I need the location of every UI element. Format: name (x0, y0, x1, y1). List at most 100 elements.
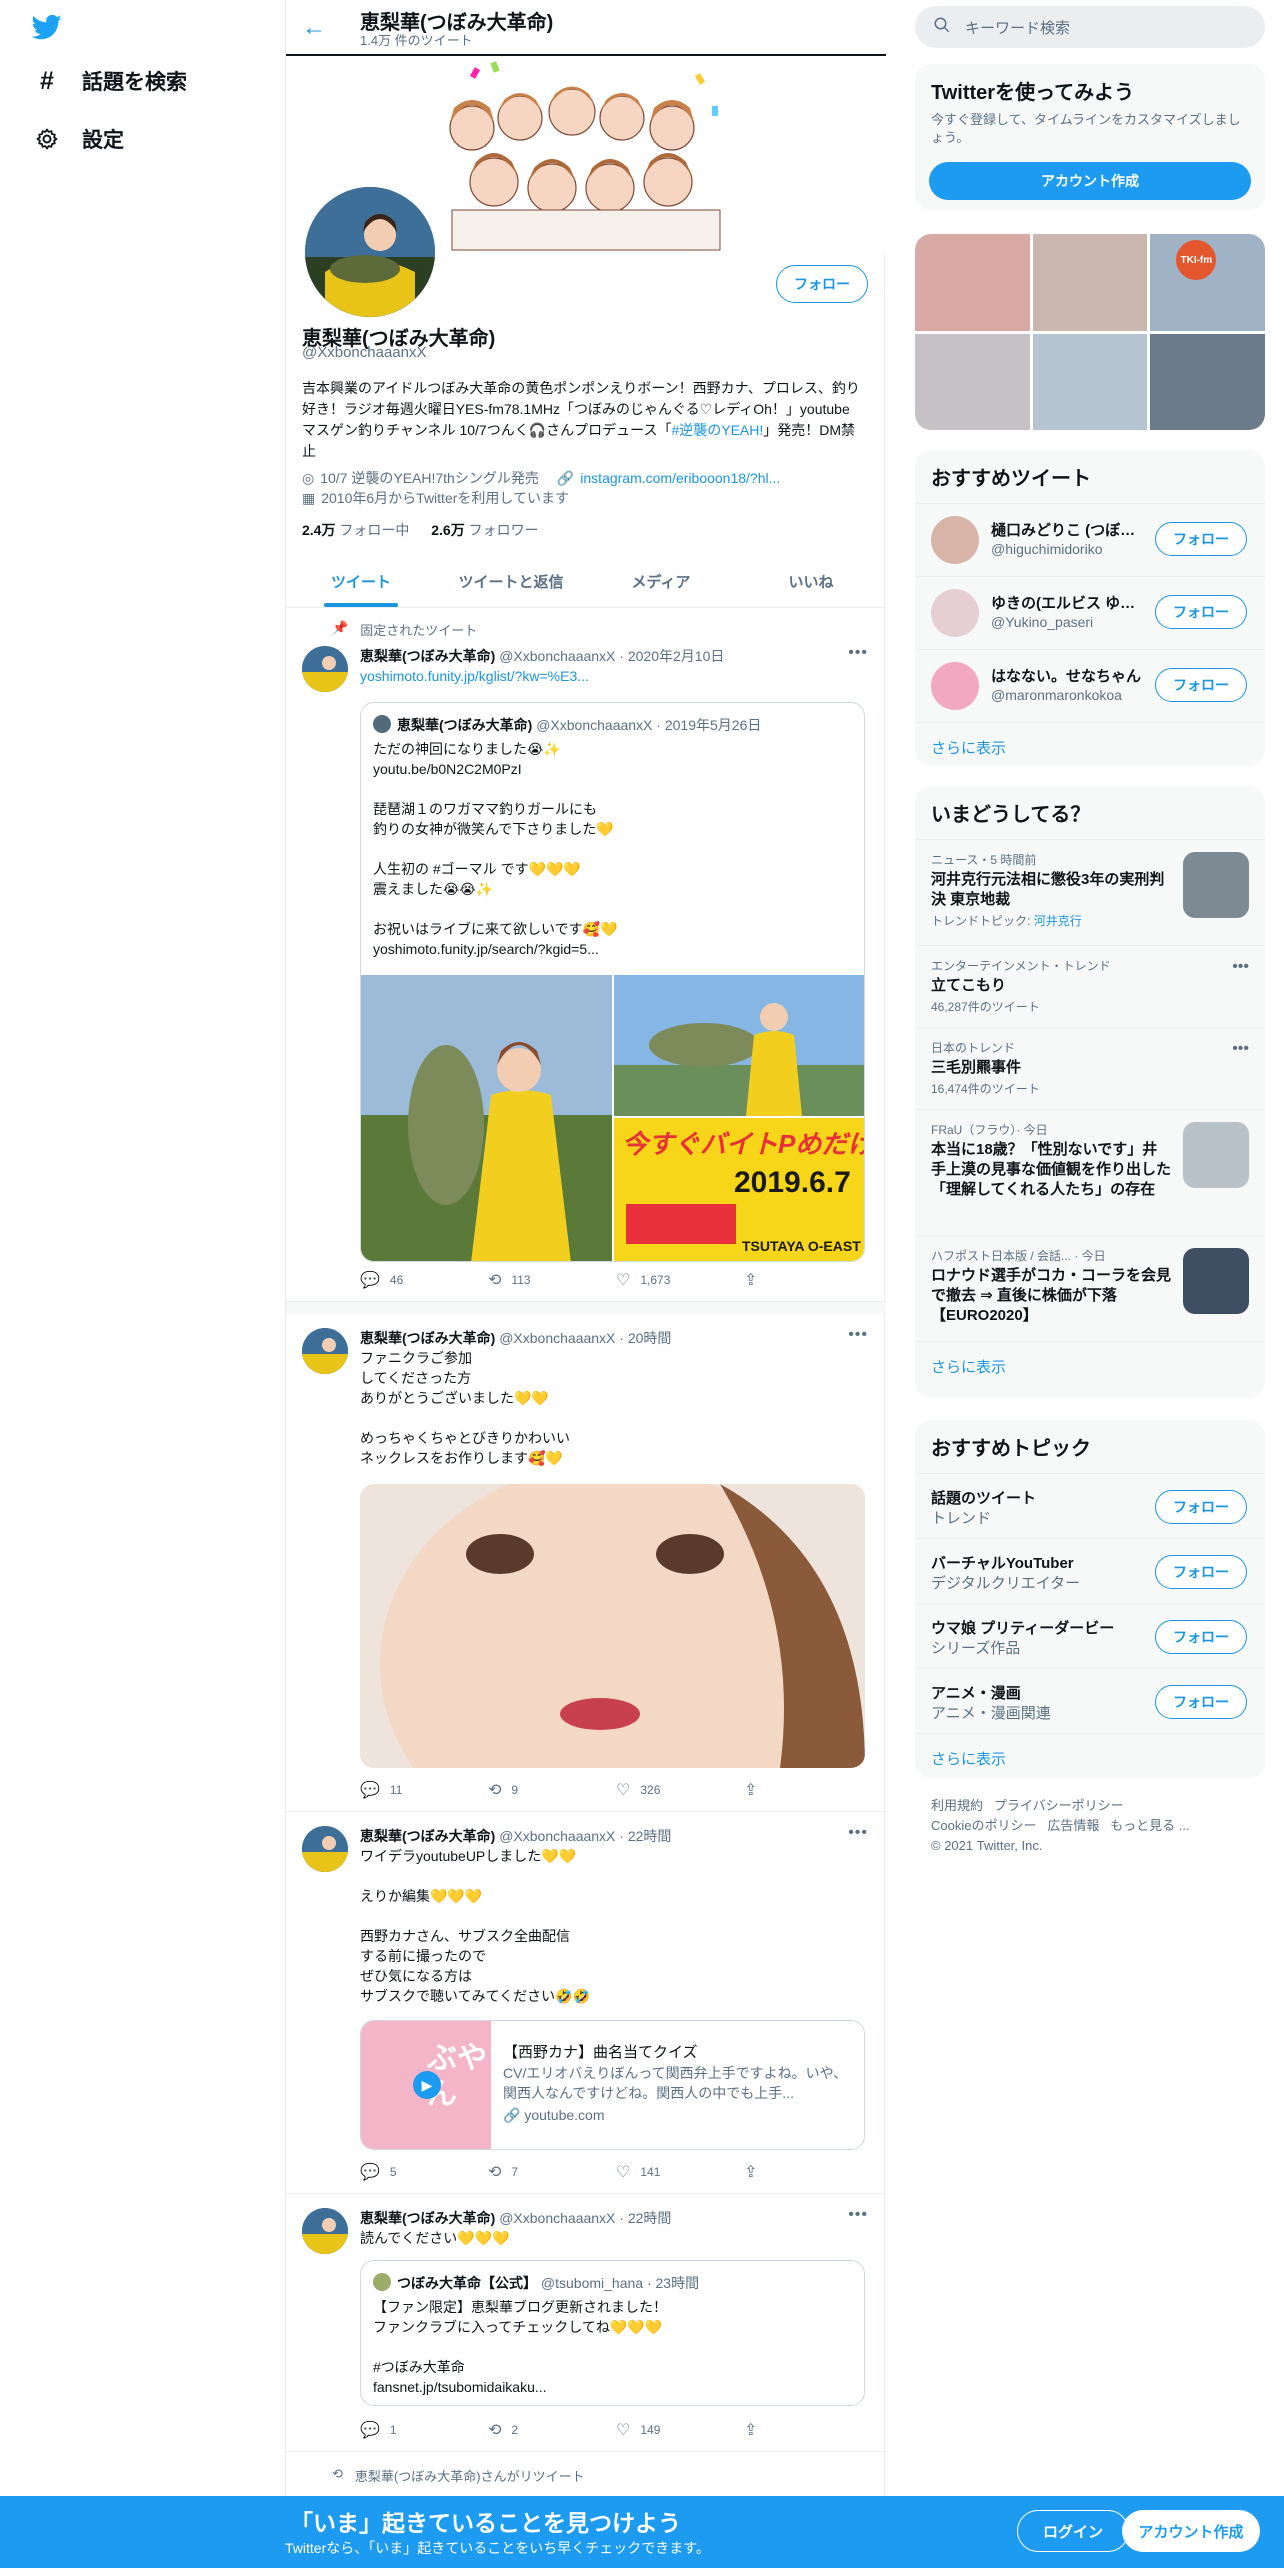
profile-url[interactable]: instagram.com/eribooon18/?hl... (580, 470, 780, 486)
media-thumb[interactable] (1032, 234, 1148, 331)
trend-topic-link[interactable]: 河井克行 (1034, 914, 1082, 928)
share-button[interactable]: ⇪ (744, 1270, 872, 1290)
retweeted-label[interactable]: 恵梨華(つぼみ大革命)さんがリツイート (355, 2466, 585, 2485)
tweet-time[interactable]: 20時間 (628, 1330, 672, 1346)
quote-photo-2[interactable] (614, 975, 864, 1116)
tab-tweets[interactable]: ツイート (286, 555, 436, 607)
tweet-time[interactable]: 22時間 (628, 2210, 672, 2226)
trend-item[interactable]: ハフポスト日本版 / 会話... · 今日 ロナウド選手がコカ・コーラを会見で撤… (915, 1235, 1265, 1341)
like-button[interactable]: ♡ 326 (616, 1780, 744, 1800)
footer-terms[interactable]: 利用規約 (931, 1798, 983, 1813)
search-box[interactable]: キーワード検索 (915, 6, 1265, 48)
media-thumb[interactable] (915, 333, 1030, 430)
footer-more[interactable]: もっと見る ... (1110, 1818, 1189, 1833)
media-thumb[interactable] (1150, 333, 1265, 430)
topic-follow-button[interactable]: フォロー (1155, 1555, 1247, 1589)
user-avatar[interactable] (931, 589, 979, 637)
tweet-author[interactable]: 恵梨華(つぼみ大革命) (360, 1330, 495, 1346)
reply-button[interactable]: 💬 11 (360, 1780, 488, 1800)
media-thumb[interactable] (1032, 333, 1148, 430)
topic-item[interactable]: アニメ・漫画 アニメ・漫画関連 フォロー (915, 1668, 1265, 1733)
tweet-3[interactable]: 恵梨華(つぼみ大革命) @XxbonchaaanxX · 22時間 ••• ワイ… (286, 1812, 886, 2194)
followers-count[interactable]: 2.6万 フォロワー (431, 522, 538, 538)
more-icon[interactable]: ••• (848, 1326, 868, 1344)
topic-follow-button[interactable]: フォロー (1155, 1685, 1247, 1719)
nav-settings[interactable]: 設定 (34, 124, 124, 154)
media-thumb[interactable] (915, 234, 1030, 331)
tweet-pinned[interactable]: 📌 固定されたツイート 恵梨華(つぼみ大革命) @XxbonchaaanxX ·… (286, 610, 886, 1302)
more-icon[interactable]: ••• (848, 2206, 868, 2224)
tweet-photo[interactable] (360, 1484, 865, 1768)
suggested-user[interactable]: はなない。せなちゃん @maronmaronkokoa フォロー (915, 649, 1265, 722)
tab-likes[interactable]: いいね (736, 555, 886, 607)
suggested-user[interactable]: 樋口みどりこ (つぼみ大革命) @higuchimidoriko フォロー (915, 503, 1265, 576)
share-button[interactable]: ⇪ (744, 2420, 872, 2440)
quoted-tweet[interactable]: つぼみ大革命【公式】 @tsubomi_hana · 23時間 【ファン限定】恵… (360, 2260, 865, 2406)
tweet-avatar[interactable] (302, 2208, 348, 2254)
follow-button[interactable]: フォロー (1155, 668, 1247, 702)
footer-ads[interactable]: 広告情報 (1047, 1818, 1099, 1833)
twitter-logo-icon[interactable] (30, 12, 64, 42)
trend-item[interactable]: ニュース・5 時間前 河井克行元法相に懲役3年の実刑判決 東京地裁 トレンドトピ… (915, 839, 1265, 945)
tweet-avatar[interactable] (302, 1826, 348, 1872)
link-card[interactable]: ぶやん ▶ 【西野カナ】曲名当てクイズ CV/エリオバえりぼんって関西弁上手です… (360, 2020, 865, 2150)
tweet-avatar[interactable] (302, 1328, 348, 1374)
tab-media[interactable]: メディア (586, 555, 736, 607)
profile-follow-button[interactable]: フォロー (776, 265, 868, 303)
who-to-follow-show-more[interactable]: さらに表示 (915, 722, 1265, 766)
retweet-button[interactable]: ⟲ 113 (488, 1270, 616, 1290)
signup-button[interactable]: アカウント作成 (929, 162, 1251, 200)
tab-tweets-and-replies[interactable]: ツイートと返信 (436, 555, 586, 607)
topic-follow-button[interactable]: フォロー (1155, 1490, 1247, 1524)
tweet-link[interactable]: yoshimoto.funity.jp/kglist/?kw=%E3... (360, 666, 589, 686)
like-button[interactable]: ♡ 141 (616, 2162, 744, 2182)
footer-cookie[interactable]: Cookieのポリシー (931, 1818, 1036, 1833)
topic-item[interactable]: 話題のツイート トレンド フォロー (915, 1473, 1265, 1538)
search-input[interactable]: キーワード検索 (965, 17, 1070, 38)
user-avatar[interactable] (931, 516, 979, 564)
trend-item[interactable]: FRaU（フラウ）· 今日 本当に18歳？「性別ないです」井手上漠の見事な価値観… (915, 1109, 1265, 1235)
follow-button[interactable]: フォロー (1155, 522, 1247, 556)
follow-button[interactable]: フォロー (1155, 595, 1247, 629)
retweet-button[interactable]: ⟲ 2 (488, 2420, 616, 2440)
more-icon[interactable]: ••• (1232, 958, 1249, 976)
like-button[interactable]: ♡ 149 (616, 2420, 744, 2440)
share-button[interactable]: ⇪ (744, 1780, 872, 1800)
trend-item[interactable]: 日本のトレンド 三毛別羆事件 16,474件のツイート ••• (915, 1027, 1265, 1109)
tweet-time[interactable]: 2020年2月10日 (628, 648, 725, 664)
profile-avatar[interactable] (301, 183, 439, 321)
more-icon[interactable]: ••• (848, 644, 868, 662)
tweet-author[interactable]: 恵梨華(つぼみ大革命) (360, 2210, 495, 2226)
topic-item[interactable]: バーチャルYouTuber デジタルクリエイター フォロー (915, 1538, 1265, 1603)
retweet-button[interactable]: ⟲ 9 (488, 1780, 616, 1800)
more-icon[interactable]: ••• (848, 1824, 868, 1842)
user-avatar[interactable] (931, 662, 979, 710)
login-button[interactable]: ログイン (1017, 2510, 1129, 2552)
trend-item[interactable]: エンターテインメント・トレンド 立てこもり 46,287件のツイート ••• (915, 945, 1265, 1027)
reply-button[interactable]: 💬 1 (360, 2420, 488, 2440)
trends-show-more[interactable]: さらに表示 (915, 1341, 1265, 1391)
bio-hashtag-link[interactable]: #逆襲のYEAH! (671, 422, 763, 438)
topic-follow-button[interactable]: フォロー (1155, 1620, 1247, 1654)
reply-button[interactable]: 💬 5 (360, 2162, 488, 2182)
following-count[interactable]: 2.4万 フォロー中 (302, 522, 409, 538)
quoted-tweet[interactable]: 恵梨華(つぼみ大革命) @XxbonchaaanxX · 2019年5月26日 … (360, 702, 865, 1262)
reply-button[interactable]: 💬 46 (360, 1270, 488, 1290)
bottom-signup-button[interactable]: アカウント作成 (1122, 2510, 1260, 2552)
suggested-user[interactable]: ゆきの(エルビス ゆきの) @Yukino_paseri フォロー (915, 576, 1265, 649)
share-button[interactable]: ⇪ (744, 2162, 872, 2182)
tweet-author[interactable]: 恵梨華(つぼみ大革命) (360, 648, 495, 664)
tweet-time[interactable]: 22時間 (628, 1828, 672, 1844)
footer-privacy[interactable]: プライバシーポリシー (994, 1798, 1124, 1813)
nav-explore[interactable]: # 話題を検索 (34, 66, 187, 96)
quote-photo-1[interactable] (361, 975, 612, 1261)
tweet-author[interactable]: 恵梨華(つぼみ大革命) (360, 1828, 495, 1844)
tweet-2[interactable]: 恵梨華(つぼみ大革命) @XxbonchaaanxX · 20時間 ••• ファ… (286, 1314, 886, 1812)
tweet-avatar[interactable] (302, 646, 348, 692)
topic-item[interactable]: ウマ娘 プリティーダービー シリーズ作品 フォロー (915, 1603, 1265, 1668)
like-button[interactable]: ♡ 1,673 (616, 1270, 744, 1290)
quote-poster[interactable]: 今すぐバイトPめだけ！ 2019.6.7 TSUTAYA O-EAST (614, 1118, 864, 1261)
back-arrow-icon[interactable]: ← (302, 14, 332, 44)
topics-show-more[interactable]: さらに表示 (915, 1733, 1265, 1778)
more-icon[interactable]: ••• (1232, 1040, 1249, 1058)
